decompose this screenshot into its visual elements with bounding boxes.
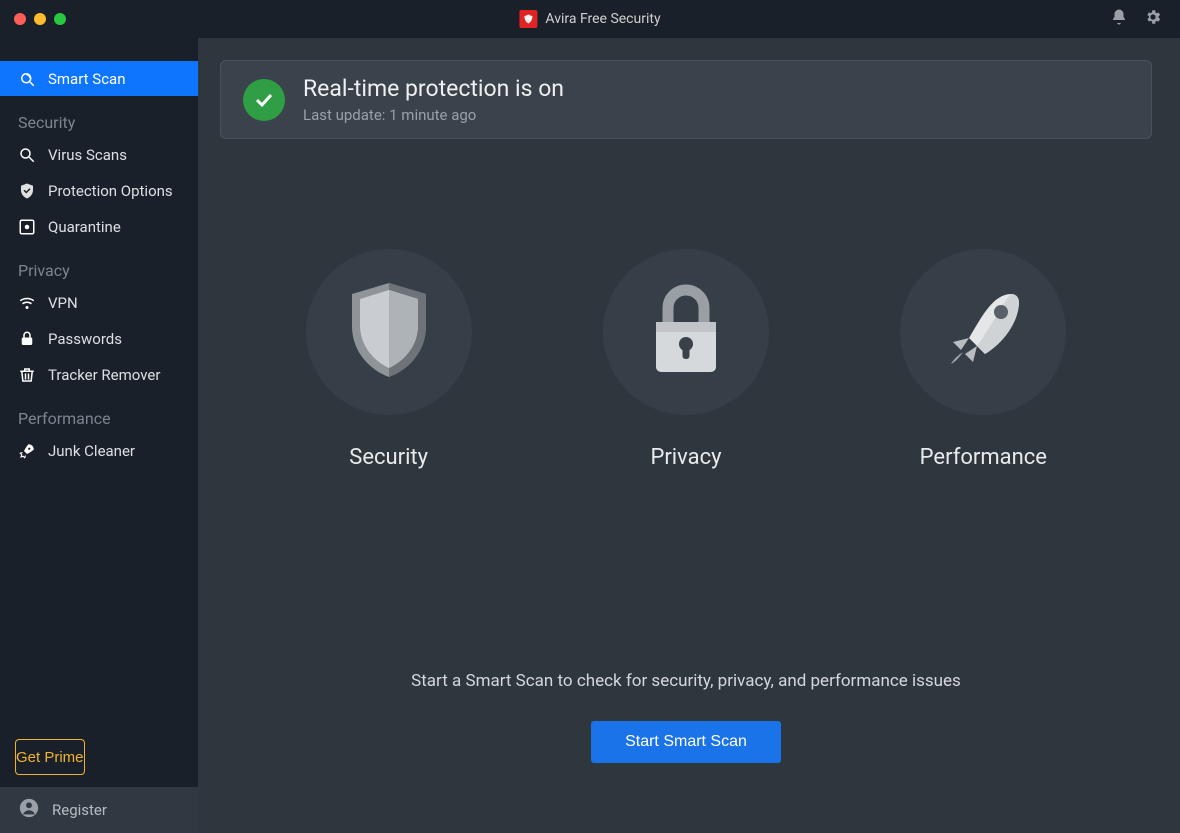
quarantine-icon <box>18 218 36 236</box>
scan-section: Start a Smart Scan to check for security… <box>220 671 1152 763</box>
sidebar-item-protection-options[interactable]: Protection Options <box>0 173 198 208</box>
get-prime-label: Get Prime <box>16 749 84 766</box>
get-prime-button[interactable]: Get Prime <box>15 739 85 775</box>
performance-circle <box>900 249 1066 415</box>
category-privacy[interactable]: Privacy <box>603 249 769 470</box>
scan-button-label: Start Smart Scan <box>625 733 747 750</box>
close-window-button[interactable] <box>14 13 26 25</box>
sidebar-item-virus-scans[interactable]: Virus Scans <box>0 137 198 172</box>
sidebar-item-smart-scan[interactable]: Smart Scan <box>0 61 198 96</box>
sidebar-section-performance: Performance <box>0 393 198 432</box>
sidebar-item-passwords[interactable]: Passwords <box>0 321 198 356</box>
sidebar-item-vpn[interactable]: VPN <box>0 285 198 320</box>
shield-check-icon <box>18 182 36 200</box>
category-label: Privacy <box>650 445 721 470</box>
window-controls <box>14 13 66 25</box>
rocket-icon <box>18 442 36 460</box>
start-smart-scan-button[interactable]: Start Smart Scan <box>591 721 781 763</box>
category-label: Performance <box>920 445 1047 470</box>
padlock-icon <box>646 280 726 384</box>
scan-icon <box>18 70 36 88</box>
sidebar-item-label: Passwords <box>48 330 122 348</box>
wifi-icon <box>18 294 36 312</box>
status-text-group: Real-time protection is on Last update: … <box>303 75 564 124</box>
security-circle <box>306 249 472 415</box>
sidebar: Smart Scan Security Virus Scans Protecti… <box>0 38 198 833</box>
register-label: Register <box>52 801 107 819</box>
sidebar-item-tracker-remover[interactable]: Tracker Remover <box>0 357 198 392</box>
title-bar: Avira Free Security <box>0 0 1180 38</box>
lock-icon <box>18 330 36 348</box>
sidebar-item-label: Virus Scans <box>48 146 127 164</box>
status-title: Real-time protection is on <box>303 75 564 102</box>
categories-row: Security Privacy <box>220 249 1152 470</box>
rocket-large-icon <box>933 280 1033 384</box>
sidebar-item-label: Tracker Remover <box>48 366 160 384</box>
sidebar-nav: Smart Scan Security Virus Scans Protecti… <box>0 38 198 727</box>
sidebar-item-label: Quarantine <box>48 218 121 236</box>
avira-logo-icon <box>519 10 537 28</box>
zoom-window-button[interactable] <box>54 13 66 25</box>
app-title-container: Avira Free Security <box>519 10 660 28</box>
register-button[interactable]: Register <box>0 787 198 833</box>
sidebar-item-label: Junk Cleaner <box>48 442 135 460</box>
sidebar-item-label: VPN <box>48 294 78 312</box>
category-performance[interactable]: Performance <box>900 249 1066 470</box>
sidebar-footer: Get Prime Register <box>0 727 198 833</box>
privacy-circle <box>603 249 769 415</box>
notifications-icon[interactable] <box>1110 8 1128 30</box>
user-icon <box>18 797 40 823</box>
sidebar-item-label: Smart Scan <box>48 70 126 88</box>
status-ok-icon <box>243 79 285 121</box>
minimize-window-button[interactable] <box>34 13 46 25</box>
sidebar-item-label: Protection Options <box>48 182 173 200</box>
scan-prompt: Start a Smart Scan to check for security… <box>220 671 1152 691</box>
magnifier-icon <box>18 146 36 164</box>
status-subtitle: Last update: 1 minute ago <box>303 106 564 124</box>
trash-icon <box>18 366 36 384</box>
main-content: Real-time protection is on Last update: … <box>198 38 1180 833</box>
app-title: Avira Free Security <box>545 11 660 27</box>
status-card[interactable]: Real-time protection is on Last update: … <box>220 60 1152 139</box>
settings-icon[interactable] <box>1144 8 1162 30</box>
category-security[interactable]: Security <box>306 249 472 470</box>
category-label: Security <box>349 445 428 470</box>
sidebar-section-security: Security <box>0 97 198 136</box>
sidebar-item-quarantine[interactable]: Quarantine <box>0 209 198 244</box>
sidebar-section-privacy: Privacy <box>0 245 198 284</box>
shield-icon <box>346 280 432 384</box>
sidebar-item-junk-cleaner[interactable]: Junk Cleaner <box>0 433 198 468</box>
